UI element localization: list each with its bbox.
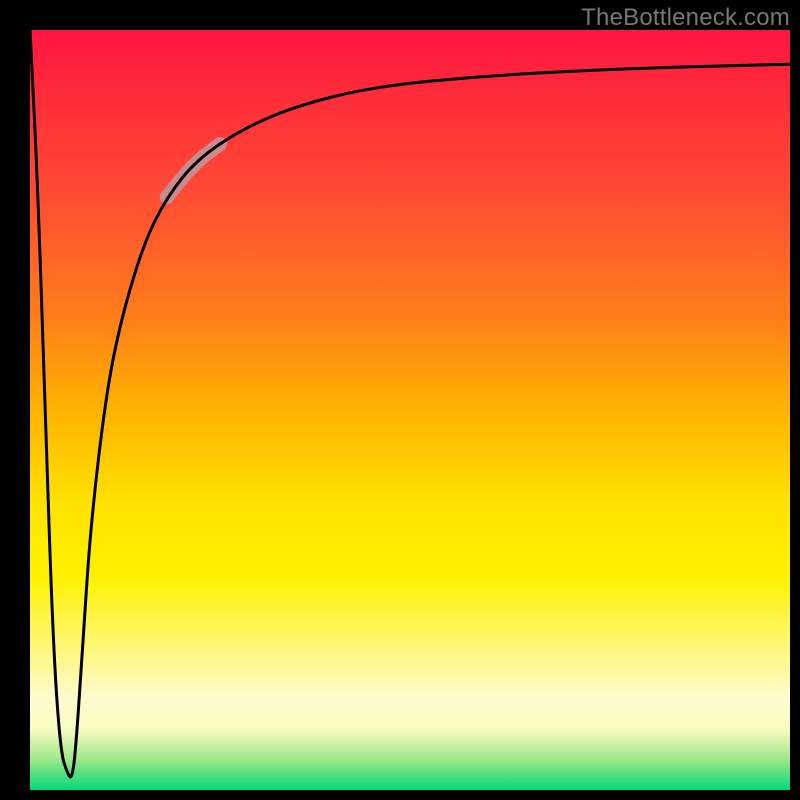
bottleneck-curve bbox=[30, 30, 790, 777]
watermark-text: TheBottleneck.com bbox=[581, 4, 790, 32]
plot-area bbox=[30, 30, 790, 790]
curve-svg bbox=[30, 30, 790, 790]
chart-frame: TheBottleneck.com bbox=[0, 0, 800, 800]
